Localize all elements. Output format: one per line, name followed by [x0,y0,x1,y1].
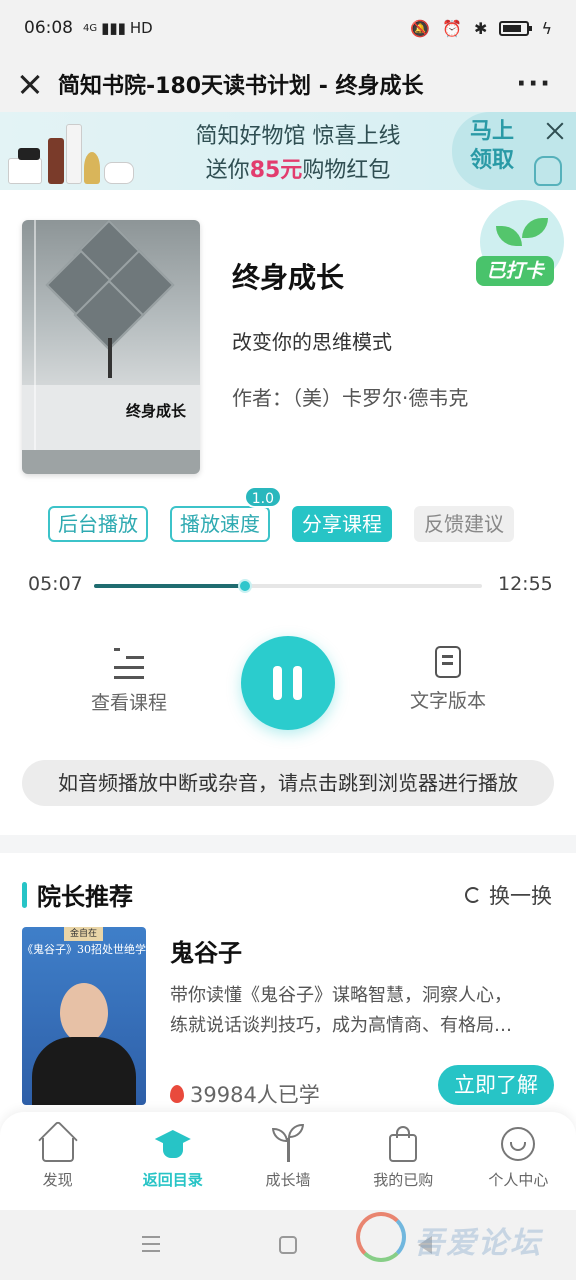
mute-icon: 🔕 [410,18,431,38]
title-bar: 简知书院-180天读书计划 - 终身成长 ··· [0,56,576,112]
ad-close-icon[interactable] [544,120,566,142]
current-time: 05:07 [28,573,83,595]
alarm-icon: ⏰ [442,18,463,38]
home-icon [37,1120,78,1164]
ad-cta-line1: 马上 [470,119,515,144]
checkin-badge-label: 已打卡 [476,256,554,286]
page-title: 简知书院-180天读书计划 - 终身成长 [58,74,424,99]
charging-icon: ϟ [541,18,552,38]
learner-count: 39984人已学 [170,1079,320,1109]
course-list-icon [114,646,144,680]
bottom-nav: 发现 返回目录 成长墙 我的已购 个人中心 [0,1112,576,1210]
ad-headline: 简知好物馆 惊喜上线 [195,124,401,149]
progress-knob[interactable] [238,579,253,593]
status-bar: 06:08 4G ▮▮▮ HD 🔕 ⏰ ✱ ϟ [0,0,576,56]
nav-growth-wall[interactable]: 成长墙 [230,1112,345,1210]
graduation-cap-icon [153,1124,193,1164]
cover-author-tag: 金自在 [64,927,104,941]
speed-value-badge: 1.0 [243,486,282,508]
ad-cta-line2: 领取 [470,147,515,173]
checkin-badge: 已打卡 [474,200,564,292]
learn-more-button[interactable]: 立即了解 [438,1065,554,1105]
sprout-icon [268,1124,308,1164]
battery-icon [499,20,533,36]
refresh-button[interactable]: 换一换 [465,880,552,910]
nav-my-purchases[interactable]: 我的已购 [346,1112,461,1210]
watermark-logo-icon [356,1212,406,1262]
tap-hand-icon [534,156,562,186]
product-images [8,118,138,186]
player-card: 终身成长 终身成长 改变你的思维模式 作者：（美）卡罗尔·德韦克 已打卡 后台播… [0,190,576,835]
refresh-label: 换一换 [489,884,552,908]
total-time: 12:55 [498,573,553,595]
recommend-description: 带你读懂《鬼谷子》谋略智慧，洞察人心， 练就说话谈判技巧，成为高情商、有格局… [170,985,512,1036]
playback-speed-button[interactable]: 播放速度 1.0 [170,486,282,542]
ad-claim-button[interactable]: 马上 领取 [452,112,576,190]
smiley-face-icon [498,1124,538,1164]
ad-amount: 85元 [249,158,303,183]
system-home-icon[interactable] [279,1236,297,1254]
cover-photo [22,220,200,385]
nav-profile[interactable]: 个人中心 [461,1112,576,1210]
text-version-label: 文字版本 [409,690,486,712]
watermark-text: 吾爱论坛 [414,1226,542,1261]
recommend-name[interactable]: 鬼谷子 [170,933,242,968]
status-time: 06:08 [24,18,73,38]
progress-track[interactable] [94,579,482,593]
recommend-cover[interactable]: 金自在 《鬼谷子》30招处世绝学 [22,927,146,1105]
bluetooth-icon: ✱ [474,18,488,38]
recommend-title: 院长推荐 [37,883,133,911]
signal-icon: ▮▮▮ [101,19,126,37]
progress-fill [94,584,246,588]
hd-label: HD [129,19,153,37]
book-author: 作者：（美）卡罗尔·德韦克 [232,386,469,410]
action-chips: 后台播放 播放速度 1.0 分享课程 反馈建议 [48,486,514,542]
browser-play-notice[interactable]: 如音频播放中断或杂音，请点击跳到浏览器进行播放 [22,760,554,806]
ad-banner[interactable]: 简知好物馆 惊喜上线 送你85元购物红包 马上 领取 [0,112,576,190]
refresh-icon [465,887,481,903]
view-course-button[interactable]: 查看课程 [84,646,174,715]
audio-progress: 05:07 12:55 [0,570,576,600]
text-version-button[interactable]: 文字版本 [400,646,496,713]
ad-text: 简知好物馆 惊喜上线 送你85元购物红包 [148,118,448,184]
document-icon [435,646,461,678]
pause-button[interactable] [241,636,335,730]
status-icons: 🔕 ⏰ ✱ ϟ [410,19,552,38]
shopping-bag-icon [383,1124,423,1164]
book-subtitle: 改变你的思维模式 [232,330,392,354]
share-course-button[interactable]: 分享课程 [292,506,392,542]
feedback-button[interactable]: 反馈建议 [414,506,514,542]
close-icon[interactable] [16,68,48,100]
book-title: 终身成长 [232,261,345,294]
recommend-header: 院长推荐 [22,877,133,912]
nav-back-to-catalog[interactable]: 返回目录 [115,1112,230,1210]
network-indicator: 4G ▮▮▮ HD [83,19,153,37]
view-course-label: 查看课程 [90,692,167,714]
background-play-button[interactable]: 后台播放 [48,506,148,542]
cover-caption: 《鬼谷子》30招处世绝学 [22,943,146,956]
recent-apps-icon[interactable] [142,1236,160,1252]
book-cover: 终身成长 [22,220,200,474]
playback-speed-label: 播放速度 [180,512,260,536]
flame-icon [170,1085,184,1103]
network-type: 4G [83,22,98,34]
nav-discover[interactable]: 发现 [0,1112,115,1210]
cover-title: 终身成长 [126,402,187,420]
more-menu-icon[interactable]: ··· [516,69,552,99]
ad-offer: 送你85元购物红包 [205,158,391,183]
